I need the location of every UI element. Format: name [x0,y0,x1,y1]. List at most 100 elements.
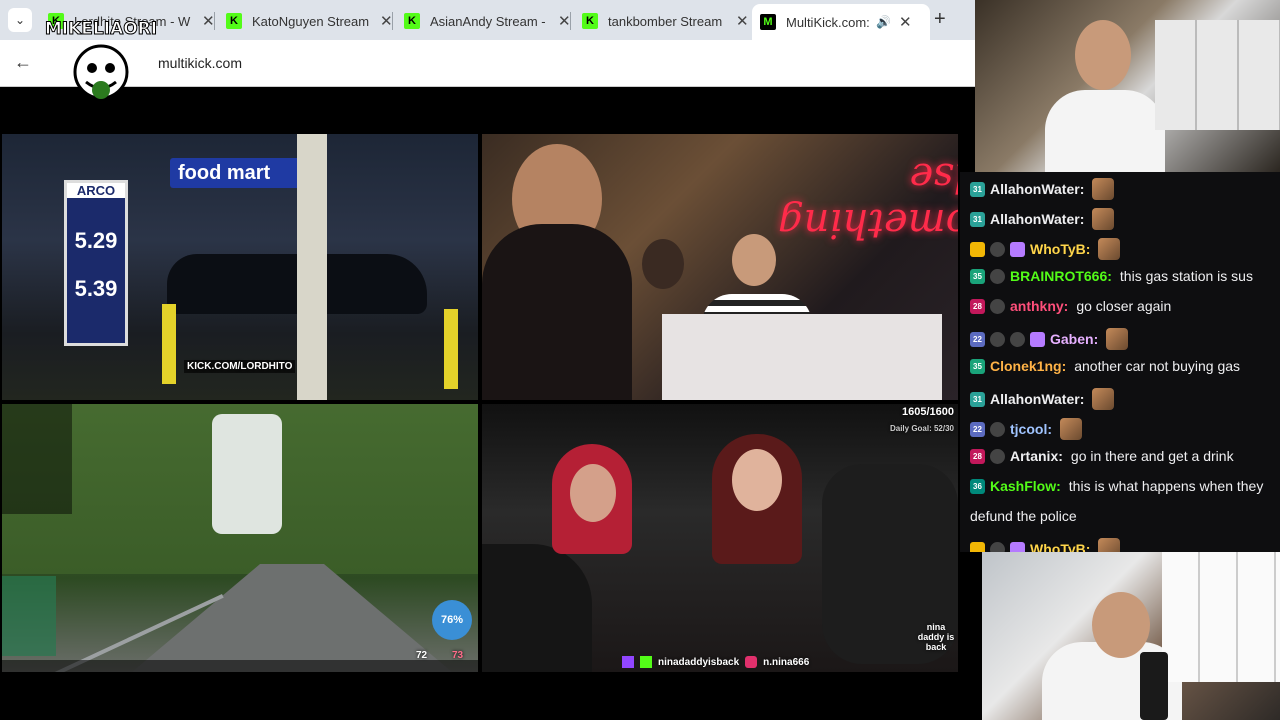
sub-counter: 1605/1600 [902,406,954,418]
tab-close-icon[interactable]: ✕ [202,12,215,30]
kick-favicon-icon: K [226,13,242,29]
tab-title: MultiKick.com: W [786,14,870,30]
emote-icon [1092,178,1115,200]
chat-message: defund the police [970,508,1077,524]
stream-tile-asianandy[interactable]: 76% 72 73 [2,404,478,672]
svg-text:MIKELIAORI: MIKELIAORI [45,19,157,39]
chat-username[interactable]: WhoTyB: [1030,541,1090,552]
chat-username[interactable]: Gaben: [1050,331,1098,347]
new-tab-plus-icon[interactable]: + [934,8,946,31]
tab-tankbomber[interactable]: K tankbomber Stream ✕ [582,6,749,36]
tab-close-icon[interactable]: ✕ [899,13,912,31]
emote-icon [1092,208,1115,230]
tab-close-icon[interactable]: ✕ [736,12,749,30]
kick-handle: ninadaddyisback [658,656,740,668]
avatar-badge-icon [990,331,1005,347]
tab-divider [214,12,215,30]
stream-tile-katonguyen[interactable]: something else [482,134,958,400]
streamer-head [1092,592,1150,658]
avatar-badge-icon [990,268,1005,284]
chat-username[interactable]: KashFlow: [990,478,1061,494]
stream-tile-lordhito[interactable]: food mart ARCO 5.29 5.39 KICK.COM/LORDHI… [2,134,478,400]
speed-value: 76% [440,614,464,626]
shelving [1162,552,1280,682]
white-shirt [1045,90,1165,172]
tab-title: KatoNguyen Stream [252,13,370,29]
chat-username[interactable]: WhoTyB: [1030,241,1090,257]
gas-price-sign: ARCO 5.29 5.39 [64,180,128,346]
tab-multikick[interactable]: M MultiKick.com: W 🔊 ✕ [752,4,930,40]
instagram-handle: n.nina666 [763,656,810,668]
chat-panel: 31 AllahonWater: 31 AllahonWater: WhoTyB: 35 B… [960,172,1280,552]
arco-brand: ARCO [67,183,125,198]
speaker-icon[interactable]: 🔊 [876,15,891,29]
subscriber-badge-icon: 28 [970,298,985,314]
avatar-badge-icon [990,541,1005,552]
avatar-badge-icon [990,241,1005,257]
streamer-hair [482,224,632,400]
webcam-bottom [982,552,1280,720]
crown-badge-icon [970,241,985,257]
tab-close-icon[interactable]: ✕ [380,12,393,30]
tab-search-chevron-icon[interactable]: ⌄ [8,8,32,32]
gift-badge-icon [1010,541,1025,552]
avatar-badge-icon [990,421,1005,437]
passenger-face [732,449,782,511]
subscriber-badge-icon: 31 [970,181,985,197]
chat-text: go closer again [1076,298,1172,314]
emote-icon [1098,238,1121,260]
chat-message: 31 AllahonWater: [970,388,1115,410]
chat-username[interactable]: tjcool: [1010,421,1052,437]
tab-katonguyen[interactable]: K KatoNguyen Stream ✕ [226,6,393,36]
url-field[interactable]: multikick.com [158,55,242,71]
tab-title: tankbomber Stream [608,13,723,29]
microphone [1140,652,1168,720]
emote-icon [1098,538,1121,552]
chat-message: 36 KashFlow: this is what happens when the… [970,478,1263,494]
chat-text: another car not buying gas [1074,358,1241,374]
chat-username[interactable]: Clonek1ng: [990,358,1066,374]
tab-close-icon[interactable]: ✕ [558,12,571,30]
tab-title: AsianAndy Stream - [430,13,546,29]
tab-divider [570,12,571,30]
chat-message: WhoTyB: [970,238,1121,260]
stream-tile-tankbomber[interactable]: 1605/1600 Daily Goal: 52/30 ninadaddyisb… [482,404,958,672]
chat-message: 22 tjcool: [970,418,1082,440]
back-arrow-icon[interactable]: ← [14,52,32,73]
food-mart-text: food mart [178,162,271,184]
chat-username[interactable]: AllahonWater: [990,181,1084,197]
chat-message: 28 anthkny: go closer again [970,298,1171,314]
chat-text: go in there and get a drink [1070,448,1234,464]
emote-icon [1092,388,1115,410]
chat-username[interactable]: BRAINROT666: [1010,268,1112,284]
kick-icon [640,656,652,668]
guest-head [732,234,776,286]
stream-watermark: KICK.COM/LORDHITO [184,360,296,373]
chat-username[interactable]: anthkny: [1010,298,1068,314]
chat-username[interactable]: Artanix: [1010,448,1063,464]
chat-message: 31 AllahonWater: [970,178,1115,200]
white-couch [662,314,942,400]
tab-divider [392,12,393,30]
chat-username[interactable]: AllahonWater: [990,211,1084,227]
subscriber-badge-icon: 36 [970,478,985,494]
mikeliaori-logo: MIKELIAORI [44,19,158,100]
sky-gap [212,414,282,534]
emote-icon [1106,328,1129,350]
neon-sign: something else [778,154,958,246]
subscriber-badge-icon: 28 [970,448,985,464]
price-cash: 5.39 [74,276,118,301]
chat-username[interactable]: AllahonWater: [990,391,1084,407]
chat-text: this is what happens when they [1068,478,1264,494]
subscriber-badge-icon: 31 [970,211,985,227]
kick-favicon-icon: K [582,13,598,29]
price-regular: 5.29 [74,228,118,253]
passenger-face [570,464,616,522]
tab-asianandy[interactable]: K AsianAndy Stream - ✕ [404,6,571,36]
gift-badge-icon [1010,241,1025,257]
subscriber-badge-icon: 31 [970,391,985,407]
yellow-bollard [444,309,458,389]
daily-goal: Daily Goal: 52/30 [889,424,954,433]
instagram-icon [745,656,758,668]
canopy-pillar [297,134,327,400]
